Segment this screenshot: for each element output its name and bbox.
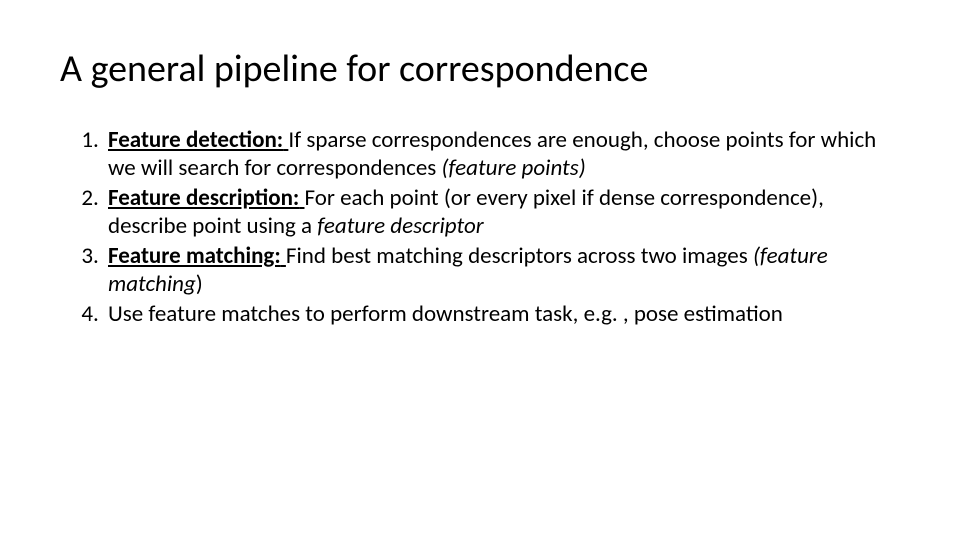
- list-item: Feature detection:If sparse corresponden…: [104, 126, 900, 182]
- slide: A general pipeline for correspondence Fe…: [0, 0, 960, 540]
- item-ital: feature descriptor: [317, 212, 483, 240]
- slide-title: A general pipeline for correspondence: [60, 48, 900, 92]
- item-lead: Feature detection:: [108, 126, 288, 154]
- item-body: Use feature matches to perform downstrea…: [108, 300, 783, 328]
- pipeline-list: Feature detection:If sparse corresponden…: [60, 126, 900, 328]
- item-lead: Feature description:: [108, 184, 304, 212]
- item-lead: Feature matching:: [108, 242, 286, 270]
- list-item: Feature description:For each point (or e…: [104, 184, 900, 240]
- list-item: Use feature matches to perform downstrea…: [104, 300, 900, 328]
- item-body: Find best matching descriptors across tw…: [286, 242, 753, 270]
- list-item: Feature matching:Find best matching desc…: [104, 242, 900, 298]
- item-body-b: ): [196, 270, 203, 298]
- item-ital: (feature points): [442, 154, 586, 182]
